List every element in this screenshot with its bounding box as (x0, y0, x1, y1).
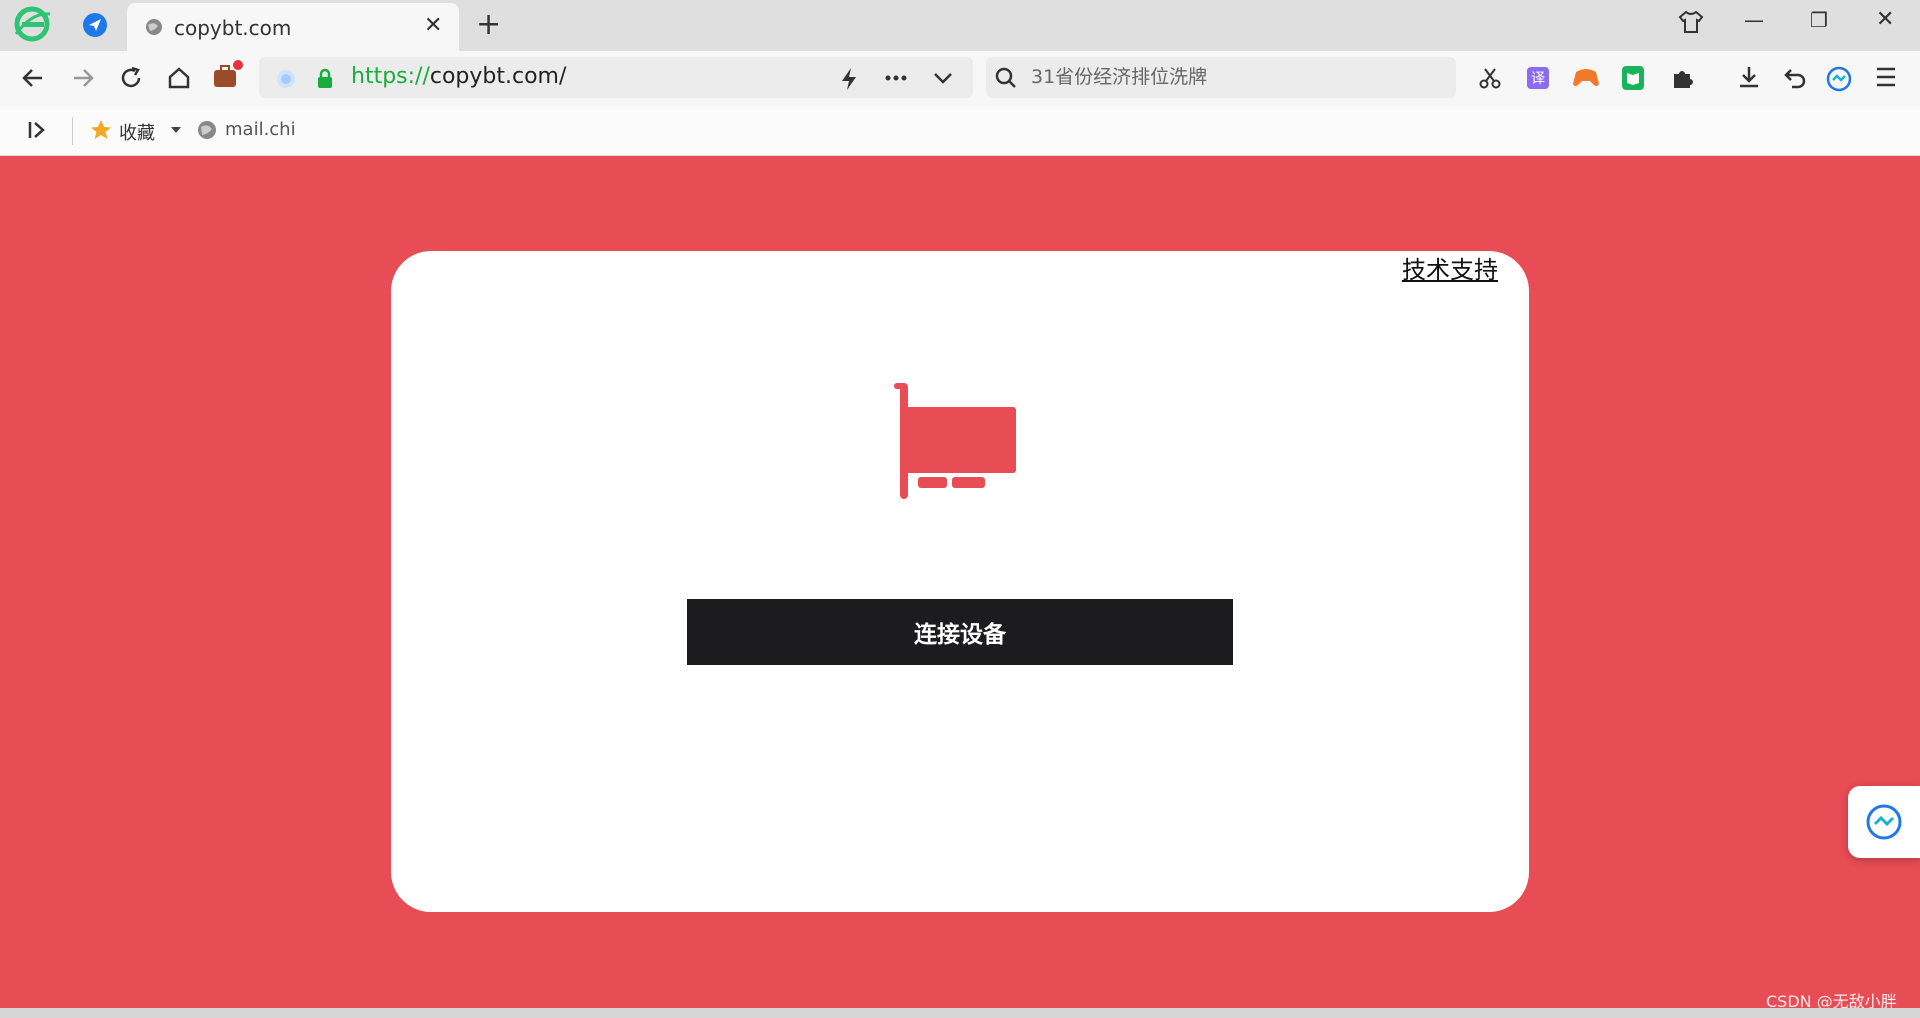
lightning-icon[interactable] (838, 66, 860, 92)
sync-icon[interactable] (1826, 66, 1852, 92)
tab-title: copybt.com (174, 16, 292, 40)
star-icon[interactable] (89, 118, 113, 142)
site-info-icon[interactable] (275, 68, 297, 90)
new-tab-button[interactable]: + (476, 10, 501, 40)
briefcase-icon[interactable] (211, 60, 243, 92)
content-card (391, 251, 1529, 912)
bookmark-mail[interactable]: mail.chi (225, 119, 296, 140)
scissors-icon[interactable] (1478, 66, 1502, 90)
network-card-icon (894, 383, 1016, 499)
caret-down-icon[interactable] (170, 126, 182, 134)
close-window-button[interactable]: ✕ (1876, 6, 1894, 34)
sidebar-toggle-icon[interactable] (26, 119, 48, 141)
minimize-button[interactable]: — (1744, 6, 1764, 34)
search-icon[interactable] (994, 66, 1018, 90)
tech-support-link[interactable]: 技术支持 (1402, 250, 1498, 285)
gamepad-icon[interactable] (1572, 66, 1600, 90)
connect-device-button[interactable]: 连接设备 (687, 599, 1233, 665)
forward-icon[interactable] (70, 65, 96, 91)
more-icon[interactable] (884, 74, 908, 82)
restore-button[interactable]: ❐ (1810, 6, 1828, 34)
favorites-label[interactable]: 收藏 (119, 119, 155, 145)
lock-icon[interactable] (316, 68, 334, 90)
shirt-icon[interactable] (1678, 10, 1704, 34)
divider (72, 117, 73, 145)
url-text[interactable]: https://copybt.com/ (351, 62, 566, 92)
send-icon[interactable] (82, 12, 108, 38)
assistant-icon[interactable] (1865, 803, 1903, 841)
url-host: copybt.com/ (429, 64, 567, 89)
search-placeholder: 31省份经济排位洗牌 (1031, 66, 1208, 88)
svg-text:译: 译 (1531, 71, 1545, 87)
globe-icon (146, 19, 162, 35)
book-icon[interactable] (1621, 65, 1645, 91)
browser-logo-icon[interactable] (12, 4, 52, 44)
extensions-icon[interactable] (1670, 66, 1694, 90)
undo-icon[interactable] (1782, 64, 1808, 90)
download-icon[interactable] (1736, 64, 1762, 90)
menu-icon[interactable] (1874, 66, 1898, 88)
url-protocol: https:// (351, 64, 430, 89)
tab-close-button[interactable]: ✕ (424, 14, 442, 38)
reload-icon[interactable] (118, 65, 144, 91)
translate-icon[interactable]: 译 (1526, 66, 1550, 90)
back-icon[interactable] (20, 65, 46, 91)
globe-icon (198, 121, 216, 139)
home-icon[interactable] (166, 65, 192, 91)
taskbar-edge (0, 1008, 1920, 1018)
chevron-down-icon[interactable] (932, 70, 954, 86)
